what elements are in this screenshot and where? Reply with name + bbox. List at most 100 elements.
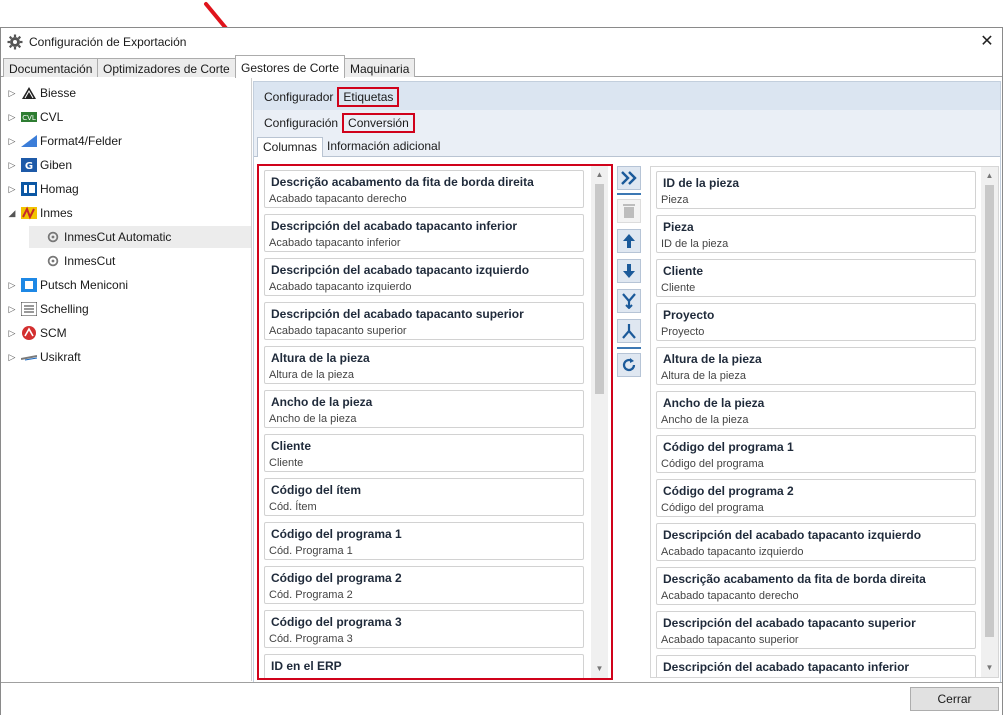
- tree-item-giben[interactable]: ▷ G Giben: [5, 154, 72, 176]
- expand-arrow-icon[interactable]: ▷: [5, 280, 19, 291]
- merge-icon: [622, 293, 636, 309]
- list-item[interactable]: Código del programa 1 Código del programa: [656, 435, 976, 473]
- tab-etiquetas[interactable]: Etiquetas: [337, 86, 400, 107]
- list-item[interactable]: Descripción del acabado tapacanto inferi…: [656, 655, 976, 677]
- column-title: Código del programa 3: [271, 615, 402, 629]
- scroll-down-icon[interactable]: ▼: [591, 660, 608, 676]
- expand-arrow-icon[interactable]: ▷: [5, 304, 19, 315]
- tree-item-usikraft[interactable]: ▷ Usikraft: [5, 346, 81, 368]
- tree-item-inmescut[interactable]: InmesCut: [29, 250, 115, 272]
- merge-button[interactable]: [617, 289, 641, 313]
- tree-item-homag[interactable]: ▷ Homag: [5, 178, 79, 200]
- list-item[interactable]: Código del programa 2 Cód. Programa 2: [264, 566, 584, 604]
- column-title: ID en el ERP: [271, 659, 342, 673]
- list-item[interactable]: ID en el ERP: [264, 654, 584, 678]
- expand-arrow-icon[interactable]: ▷: [5, 184, 19, 195]
- column-title: Ancho de la pieza: [663, 396, 765, 410]
- expand-arrow-icon[interactable]: ▷: [5, 352, 19, 363]
- close-button[interactable]: Cerrar: [910, 687, 999, 711]
- list-item[interactable]: Descripción del acabado tapacanto izquie…: [264, 258, 584, 296]
- tree-item-label: Giben: [40, 158, 73, 172]
- scroll-thumb[interactable]: [595, 184, 604, 394]
- subtabs-row-1: Configurador Etiquetas: [254, 84, 1000, 109]
- list-item[interactable]: Código del ítem Cód. Ítem: [264, 478, 584, 516]
- tree-item-label: Schelling: [40, 302, 89, 316]
- list-item[interactable]: Proyecto Proyecto: [656, 303, 976, 341]
- list-item[interactable]: Pieza ID de la pieza: [656, 215, 976, 253]
- list-item[interactable]: Descripción del acabado tapacanto superi…: [656, 611, 976, 649]
- list-item[interactable]: Altura de la pieza Altura de la pieza: [656, 347, 976, 385]
- tab-maquinaria[interactable]: Maquinaria: [344, 58, 416, 77]
- selected-columns-list[interactable]: ID de la pieza Pieza Pieza ID de la pieza Cl…: [650, 166, 999, 678]
- tree-item-scm[interactable]: ▷ SCM: [5, 322, 67, 344]
- scroll-thumb[interactable]: [985, 185, 994, 637]
- tab-conversion[interactable]: Conversión: [342, 112, 415, 133]
- close-icon[interactable]: ✕: [976, 31, 998, 51]
- scroll-up-icon[interactable]: ▲: [591, 166, 608, 182]
- reset-button[interactable]: [617, 353, 641, 377]
- tree-item-label: Inmes: [40, 206, 73, 220]
- expand-arrow-icon[interactable]: ▷: [5, 136, 19, 147]
- move-down-button[interactable]: [617, 259, 641, 283]
- tree-item-putsch[interactable]: ▷ Putsch Meniconi: [5, 274, 128, 296]
- list-item[interactable]: Descrição acabamento da fita de borda di…: [656, 567, 976, 605]
- list-item[interactable]: Altura de la pieza Altura de la pieza: [264, 346, 584, 384]
- tree-item-cvl[interactable]: ▷ CVL CVL: [5, 106, 64, 128]
- columns-editor: Descrição acabamento da fita de borda di…: [254, 157, 1000, 706]
- putsch-logo-icon: [21, 278, 37, 292]
- tab-optimizadores[interactable]: Optimizadores de Corte: [97, 58, 236, 77]
- column-subtitle: Proyecto: [661, 326, 705, 338]
- scroll-up-icon[interactable]: ▲: [981, 167, 998, 183]
- list-item[interactable]: Cliente Cliente: [264, 434, 584, 472]
- expand-arrow-icon[interactable]: ▷: [5, 328, 19, 339]
- column-title: Pieza: [663, 220, 694, 234]
- expand-arrow-icon[interactable]: ▷: [5, 160, 19, 171]
- column-subtitle: Acabado tapacanto superior: [269, 325, 407, 337]
- tree-item-format4[interactable]: ▷ Format4/Felder: [5, 130, 123, 152]
- column-title: Descripción del acabado tapacanto superi…: [663, 616, 916, 630]
- list-item[interactable]: Descripción del acabado tapacanto izquie…: [656, 523, 976, 561]
- list-item[interactable]: Ancho de la pieza Ancho de la pieza: [264, 390, 584, 428]
- configuration-panel: Configurador Etiquetas Configuración Con…: [253, 81, 1001, 707]
- vertical-scrollbar[interactable]: ▲ ▼: [591, 166, 608, 678]
- gear-icon: [47, 231, 59, 243]
- move-up-button[interactable]: [617, 229, 641, 253]
- list-item[interactable]: ID de la pieza Pieza: [656, 171, 976, 209]
- column-subtitle: Cliente: [269, 457, 304, 469]
- tab-columnas[interactable]: Columnas: [257, 137, 324, 158]
- available-columns-list[interactable]: Descrição acabamento da fita de borda di…: [257, 164, 613, 680]
- vertical-scrollbar[interactable]: ▲ ▼: [981, 167, 998, 677]
- list-item[interactable]: Cliente Cliente: [656, 259, 976, 297]
- tab-configurador[interactable]: Configurador: [260, 88, 337, 106]
- split-button[interactable]: [617, 319, 641, 343]
- list-item[interactable]: Ancho de la pieza Ancho de la pieza: [656, 391, 976, 429]
- format4-logo-icon: [21, 135, 37, 147]
- list-item[interactable]: Código del programa 2 Código del programa: [656, 479, 976, 517]
- collapse-arrow-icon[interactable]: ◢: [5, 208, 19, 219]
- tab-informacion-adicional[interactable]: Información adicional: [322, 137, 445, 157]
- tree-item-schelling[interactable]: ▷ Schelling: [5, 298, 89, 320]
- list-item[interactable]: Descrição acabamento da fita de borda di…: [264, 170, 584, 208]
- move-all-right-icon: [621, 171, 637, 185]
- list-item[interactable]: Código del programa 3 Cód. Programa 3: [264, 610, 584, 648]
- delete-button[interactable]: [617, 199, 641, 223]
- expand-arrow-icon[interactable]: ▷: [5, 88, 19, 99]
- manufacturer-tree: ▷ Biesse ▷ CVL CVL ▷ Format4/Felder ▷ G …: [1, 78, 252, 681]
- list-item[interactable]: Código del programa 1 Cód. Programa 1: [264, 522, 584, 560]
- column-subtitle: Acabado tapacanto derecho: [661, 590, 799, 602]
- tree-item-inmescut-automatic[interactable]: InmesCut Automatic: [29, 226, 251, 248]
- expand-arrow-icon[interactable]: ▷: [5, 112, 19, 123]
- trash-icon: [623, 204, 635, 218]
- list-item[interactable]: Descripción del acabado tapacanto inferi…: [264, 214, 584, 252]
- list-item[interactable]: Descripción del acabado tapacanto superi…: [264, 302, 584, 340]
- usikraft-logo-icon: [21, 355, 37, 361]
- tab-gestores-de-corte[interactable]: Gestores de Corte: [235, 55, 346, 78]
- column-subtitle: ID de la pieza: [661, 238, 729, 250]
- move-all-right-button[interactable]: [617, 166, 641, 190]
- inner-tabs: Columnas Información adicional: [254, 135, 1000, 158]
- tab-documentacion[interactable]: Documentación: [3, 58, 99, 77]
- scroll-down-icon[interactable]: ▼: [981, 659, 998, 675]
- tab-configuracion[interactable]: Configuración: [260, 114, 342, 132]
- tree-item-biesse[interactable]: ▷ Biesse: [5, 82, 77, 104]
- tree-item-inmes[interactable]: ◢ Inmes: [5, 202, 73, 224]
